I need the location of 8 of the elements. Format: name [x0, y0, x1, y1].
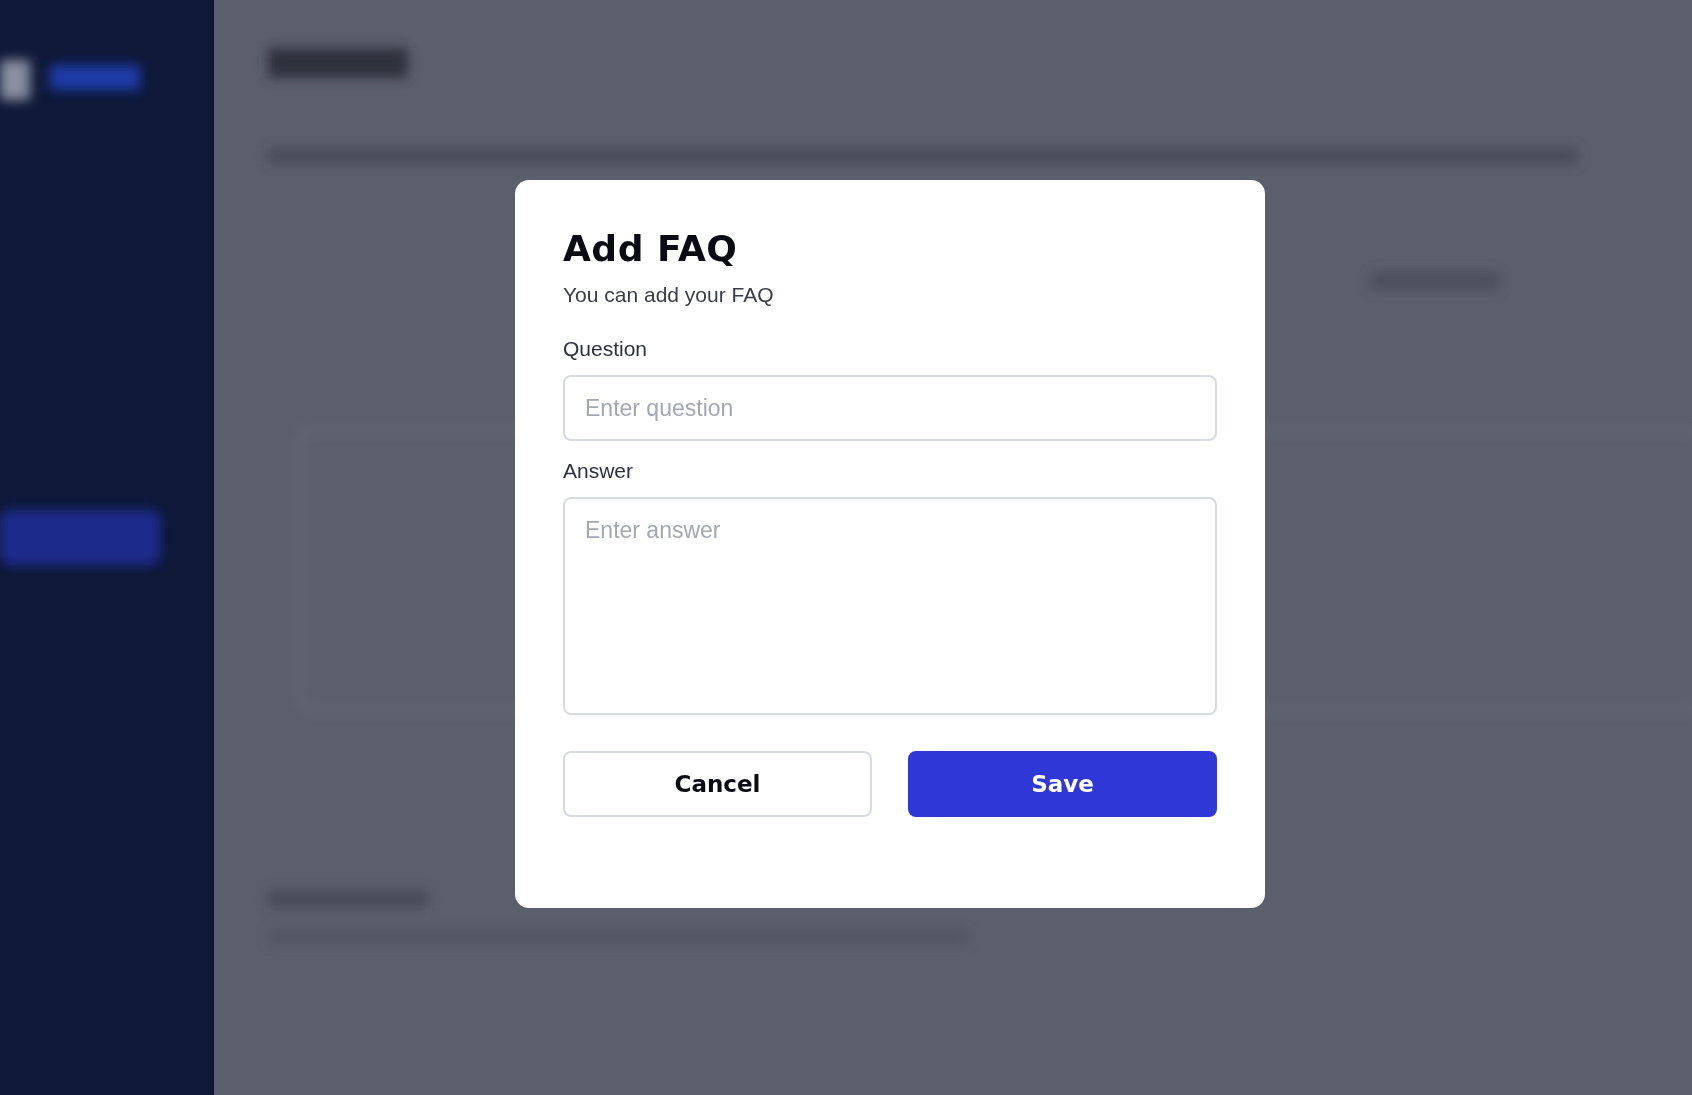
dialog-subtitle: You can add your FAQ — [563, 283, 775, 307]
answer-field[interactable]: Enter answer — [563, 497, 1217, 715]
question-field[interactable]: Enter question — [563, 375, 1217, 441]
field-label: Question — [563, 337, 649, 361]
save-button[interactable]: Save — [908, 751, 1217, 817]
dialog-title: Add FAQ — [563, 228, 739, 269]
cancel-button[interactable]: Cancel — [563, 751, 872, 817]
field-label: Answer — [563, 459, 635, 483]
